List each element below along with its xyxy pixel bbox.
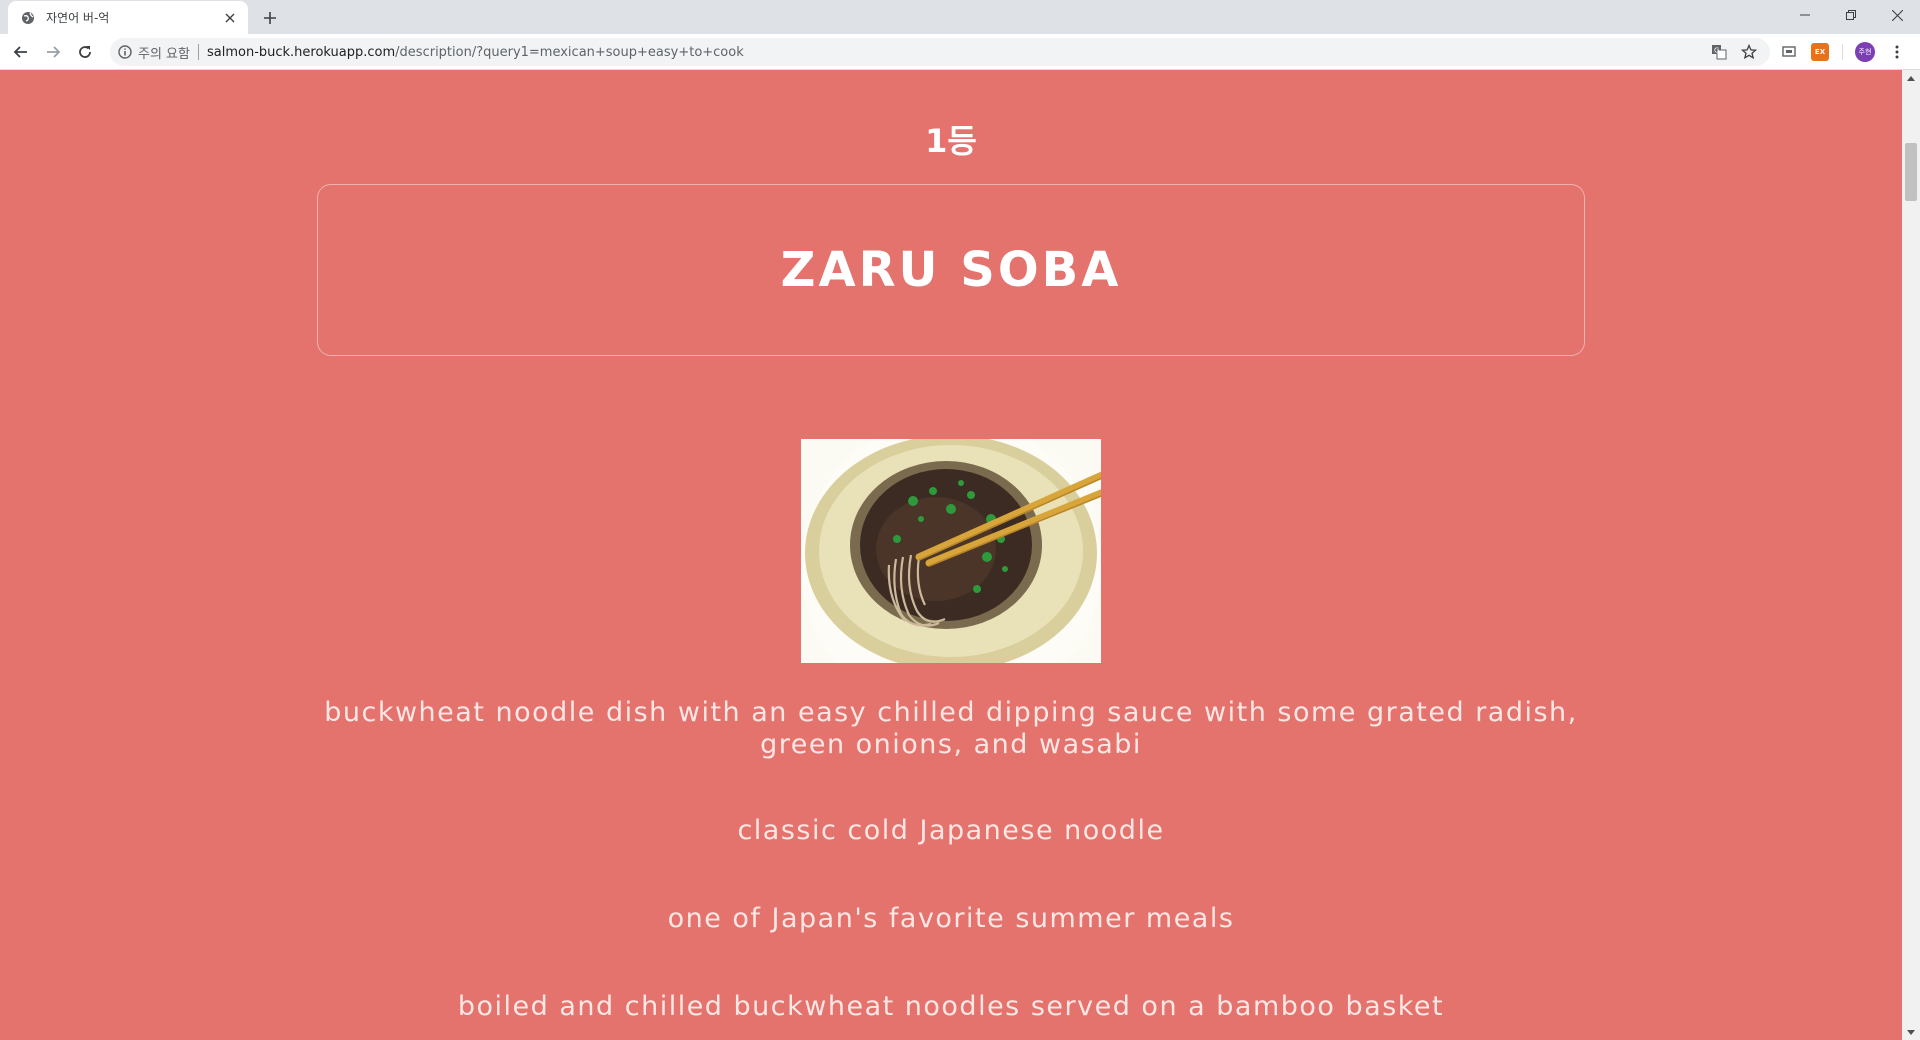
browser-toolbar: 주의 요함 salmon-buck.herokuapp.com/descript… <box>0 34 1920 70</box>
globe-icon <box>20 10 36 26</box>
reload-icon <box>79 46 91 58</box>
restore-icon <box>1846 10 1856 20</box>
scroll-down-button[interactable] <box>1902 1024 1920 1040</box>
food-photo <box>801 439 1101 663</box>
svg-text:G: G <box>1714 47 1719 55</box>
description-line-2: classic cold Japanese noodle <box>737 815 1165 846</box>
scroll-up-button[interactable] <box>1902 70 1920 86</box>
url-host: salmon-buck.herokuapp.com <box>206 44 396 60</box>
scroll-thumb[interactable] <box>1905 143 1917 201</box>
url-path: /description/?query1=mexican+soup+easy+t… <box>395 44 744 60</box>
cast-icon <box>1782 46 1796 57</box>
url-text[interactable]: salmon-buck.herokuapp.com/description/?q… <box>207 45 744 60</box>
back-button[interactable] <box>8 39 34 65</box>
triangle-up-icon <box>1907 75 1915 81</box>
plus-icon <box>264 12 276 24</box>
title-card: ZARU SOBA <box>317 184 1585 356</box>
star-icon <box>1741 44 1757 60</box>
reload-button[interactable] <box>72 39 98 65</box>
back-arrow-icon <box>13 46 27 58</box>
rank-heading: 1등 <box>925 122 977 160</box>
security-chip[interactable]: 주의 요함 <box>118 43 190 62</box>
page-viewport: 1등 ZARU SOBA buckwheat noodle dish with … <box>0 70 1902 1040</box>
forward-arrow-icon <box>47 46 61 58</box>
toolbar-divider <box>1842 44 1843 60</box>
translate-button[interactable]: G <box>1708 42 1730 62</box>
security-label: 주의 요함 <box>138 46 190 62</box>
description-line-4: boiled and chilled buckwheat noodles ser… <box>457 991 1445 1022</box>
info-icon <box>118 45 132 59</box>
restore-button[interactable] <box>1828 0 1874 30</box>
new-tab-button[interactable] <box>258 6 282 30</box>
omnibox-divider <box>197 44 199 60</box>
close-icon <box>1891 9 1903 21</box>
cast-extension-button[interactable] <box>1780 43 1798 61</box>
description-line-1: buckwheat noodle dish with an easy chill… <box>324 697 1578 760</box>
address-bar[interactable]: 주의 요함 salmon-buck.herokuapp.com/descript… <box>110 38 1770 66</box>
bookmark-button[interactable] <box>1738 42 1760 62</box>
triangle-down-icon <box>1907 1029 1915 1035</box>
minimize-button[interactable] <box>1782 0 1828 30</box>
menu-button[interactable] <box>1888 43 1906 61</box>
close-window-button[interactable] <box>1874 0 1920 30</box>
extension-button[interactable]: EX <box>1811 43 1829 61</box>
browser-tab[interactable]: 자연어 버-억 <box>8 1 248 34</box>
description-line-3: one of Japan's favorite summer meals <box>667 903 1235 934</box>
close-icon[interactable] <box>222 10 238 26</box>
forward-button[interactable] <box>40 39 66 65</box>
vertical-scrollbar[interactable] <box>1902 70 1920 1040</box>
profile-avatar[interactable]: 주현 <box>1855 42 1875 62</box>
tab-title: 자연어 버-억 <box>46 11 110 25</box>
dish-title: ZARU SOBA <box>780 242 1122 298</box>
kebab-menu-icon <box>1895 45 1899 59</box>
translate-icon: G <box>1712 45 1727 60</box>
minimize-icon <box>1800 14 1810 16</box>
tab-strip: 자연어 버-억 <box>0 0 1920 34</box>
